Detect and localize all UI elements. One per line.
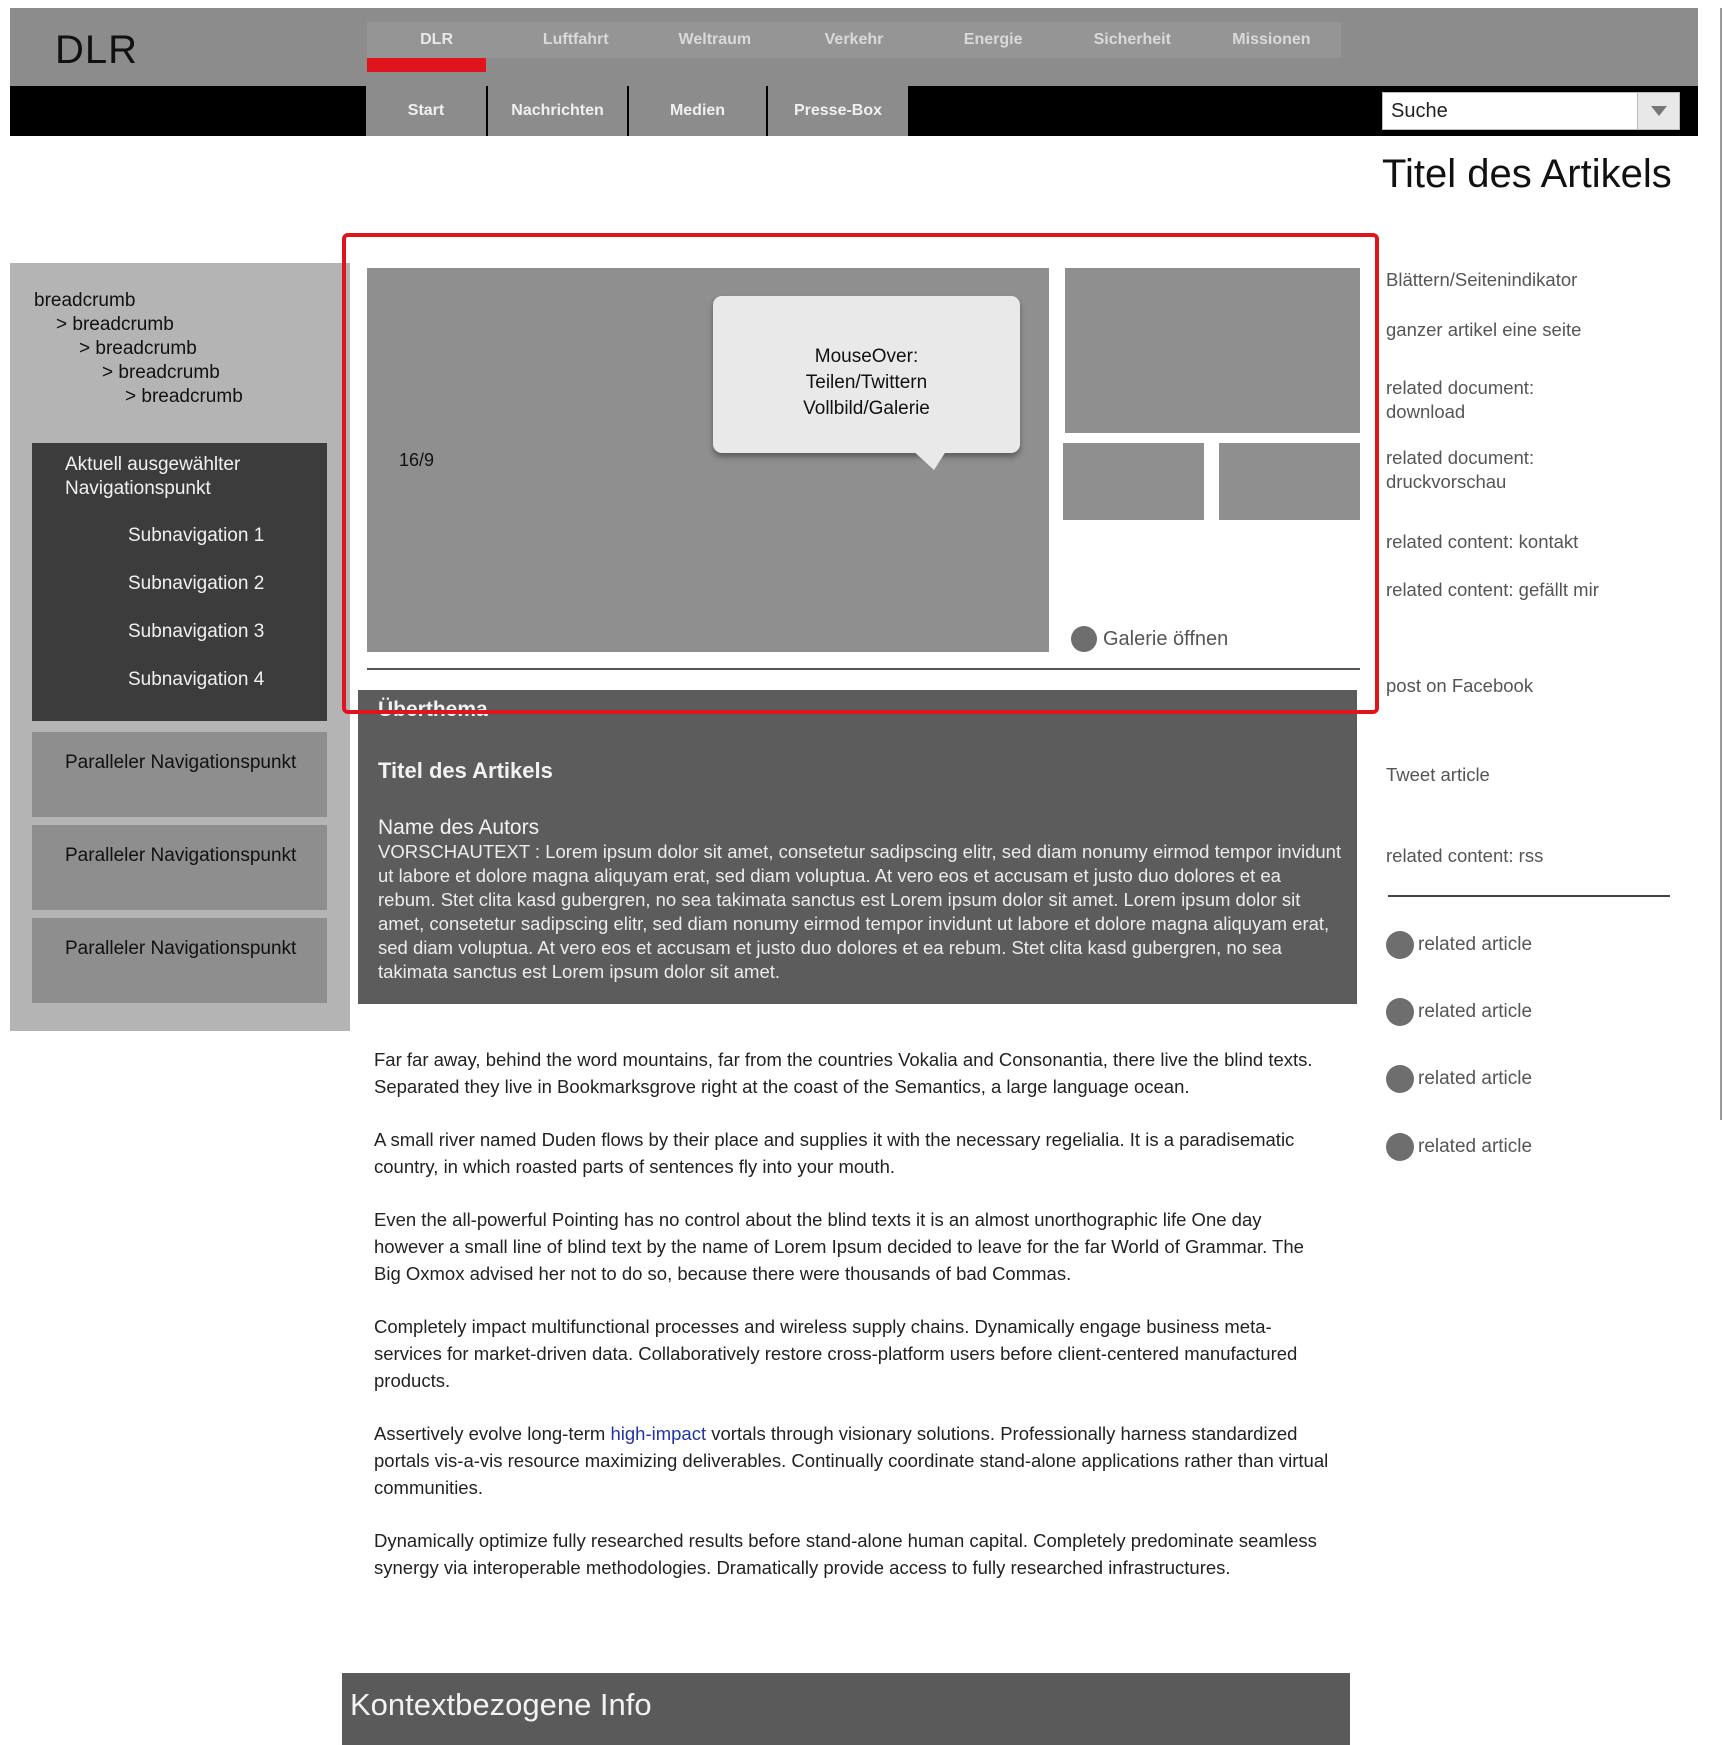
paragraph-text: Assertively evolve long-term [374,1423,611,1444]
current-navigation-group: Aktuell ausgewählter Navigationspunkt Su… [32,443,327,721]
related-article-link[interactable]: related article [1386,998,1532,1026]
parallel-nav-item[interactable]: Paralleler Navigationspunkt [32,918,327,1003]
subnav-nachrichten[interactable]: Nachrichten [488,86,629,136]
divider [1388,895,1670,897]
subnav-item-1[interactable]: Subnavigation 1 [128,525,264,547]
facebook-share-link[interactable]: post on Facebook [1386,674,1666,698]
main-nav-missionen[interactable]: Missionen [1202,22,1341,58]
left-sidebar: breadcrumb > breadcrumb > breadcrumb > b… [10,263,350,1031]
search-dropdown-button[interactable] [1637,93,1679,129]
full-article-one-page-link[interactable]: ganzer artikel eine seite [1386,318,1666,342]
paragraph: A small river named Duden flows by their… [374,1129,1295,1177]
breadcrumb-item[interactable]: breadcrumb [34,289,243,313]
author-name[interactable]: Name des Autors [378,816,539,840]
logo[interactable]: DLR [55,28,138,73]
related-article-label: related article [1418,1068,1533,1089]
page-title: Titel des Artikels [1382,152,1672,196]
teaser-title: Titel des Artikels [378,758,553,783]
scrollbar-edge [1720,8,1722,1120]
like-link[interactable]: related content: gefällt mir [1386,578,1601,602]
rss-link[interactable]: related content: rss [1386,844,1666,868]
related-article-label: related article [1418,1136,1533,1157]
subnav-item-3[interactable]: Subnavigation 3 [128,621,264,643]
related-article-link[interactable]: related article [1386,1065,1532,1093]
main-nav-verkehr[interactable]: Verkehr [784,22,923,58]
paragraph: Far far away, behind the word mountains,… [374,1049,1313,1097]
paragraph: Completely impact multifunctional proces… [374,1316,1298,1391]
main-nav-sicherheit[interactable]: Sicherheit [1063,22,1202,58]
subnav-start[interactable]: Start [366,86,488,136]
parallel-nav-item[interactable]: Paralleler Navigationspunkt [32,825,327,910]
parallel-nav-label: Paralleler Navigationspunkt [65,845,297,866]
paragraph: Even the all-powerful Pointing has no co… [374,1209,1304,1284]
highlight-frame [342,233,1379,714]
contact-link[interactable]: related content: kontakt [1386,530,1666,554]
arrow-circle-icon [1386,931,1414,959]
parallel-nav-label: Paralleler Navigationspunkt [65,752,297,773]
subnav-item-4[interactable]: Subnavigation 4 [128,669,264,691]
subnav-item-2[interactable]: Subnavigation 2 [128,573,264,595]
paragraph: Assertively evolve long-term high-impact… [374,1420,1334,1501]
sub-navigation: Start Nachrichten Medien Presse-Box [366,86,908,136]
pager-indicator[interactable]: Blättern/Seitenindikator [1386,268,1666,292]
arrow-circle-icon [1386,1133,1414,1161]
context-info-title: Kontextbezogene Info [350,1687,652,1722]
parallel-nav-label: Paralleler Navigationspunkt [65,938,297,959]
active-nav-indicator [367,58,486,72]
arrow-circle-icon [1386,1065,1414,1093]
main-nav-weltraum[interactable]: Weltraum [645,22,784,58]
subnav-medien[interactable]: Medien [629,86,768,136]
paragraph: Dynamically optimize fully researched re… [374,1530,1317,1578]
breadcrumb: breadcrumb > breadcrumb > breadcrumb > b… [34,289,243,409]
main-nav-energie[interactable]: Energie [924,22,1063,58]
related-article-label: related article [1418,1001,1533,1022]
related-article-label: related article [1418,934,1533,955]
search-box [1382,92,1680,130]
breadcrumb-item[interactable]: > breadcrumb [34,361,243,385]
parallel-nav-item[interactable]: Paralleler Navigationspunkt [32,732,327,817]
related-article-link[interactable]: related article [1386,1133,1532,1161]
current-nav-item[interactable]: Aktuell ausgewählter Navigationspunkt [65,453,315,501]
related-article-link[interactable]: related article [1386,931,1532,959]
main-nav-dlr[interactable]: DLR [367,22,506,58]
context-info-box: Kontextbezogene Info [342,1673,1350,1745]
breadcrumb-item[interactable]: > breadcrumb [34,313,243,337]
subnav-presse-box[interactable]: Presse-Box [768,86,908,136]
breadcrumb-item[interactable]: > breadcrumb [34,337,243,361]
main-navigation: DLR Luftfahrt Weltraum Verkehr Energie S… [367,22,1341,58]
tweet-link[interactable]: Tweet article [1386,763,1666,787]
arrow-circle-icon [1386,998,1414,1026]
preview-text: VORSCHAUTEXT : Lorem ipsum dolor sit ame… [378,841,1342,982]
breadcrumb-item[interactable]: > breadcrumb [34,385,243,409]
chevron-down-icon [1650,106,1667,116]
search-input[interactable] [1383,93,1633,129]
article-body: Far far away, behind the word mountains,… [374,1046,1334,1607]
download-document-link[interactable]: related document: download [1386,376,1571,424]
article-teaser: Überthema Titel des Artikels Name des Au… [358,690,1357,1004]
inline-link[interactable]: high-impact [610,1423,706,1444]
print-preview-link[interactable]: related document: druckvorschau [1386,446,1571,494]
main-nav-luftfahrt[interactable]: Luftfahrt [506,22,645,58]
